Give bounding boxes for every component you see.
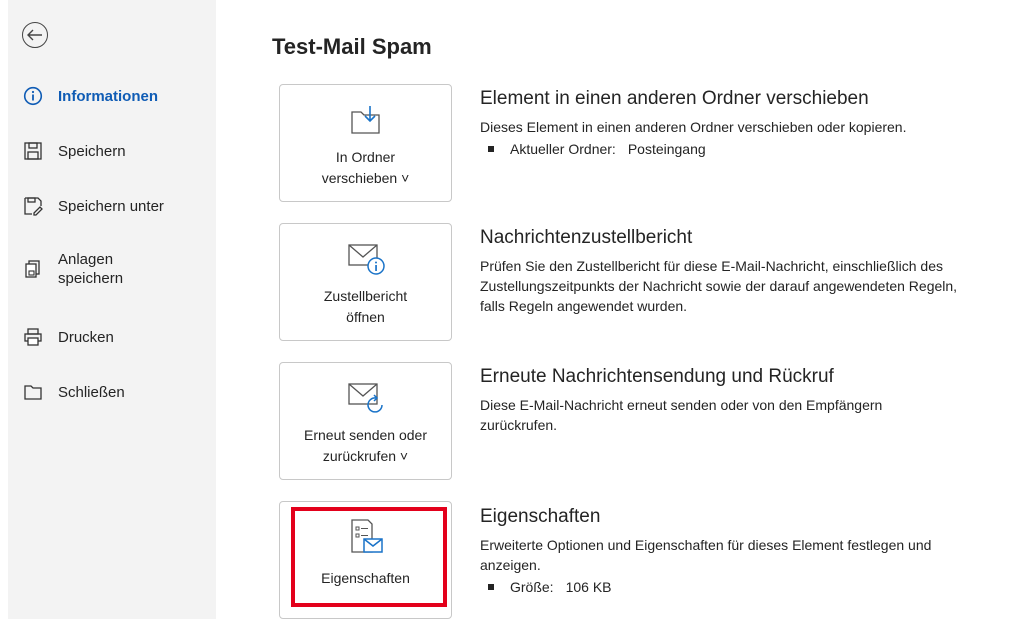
- arrow-left-icon: [27, 29, 42, 41]
- section-text-line2: anzeigen.: [480, 557, 541, 573]
- bullet-key: Aktueller Ordner:: [510, 141, 616, 157]
- card-label-line1: Erneut senden oder: [304, 427, 427, 443]
- move-folder-icon: [349, 101, 383, 139]
- section-heading: Eigenschaften: [480, 506, 601, 527]
- section-heading: Nachrichtenzustellbericht: [480, 227, 693, 248]
- resend-icon: [346, 379, 386, 417]
- resend-recall-button[interactable]: Erneut senden oder zurückrufen ˅: [279, 362, 452, 480]
- section-text-line1: Diese E-Mail-Nachricht erneut senden ode…: [480, 397, 883, 413]
- close-folder-icon: [22, 381, 44, 403]
- nav-label-line2: speichern: [58, 270, 124, 287]
- bullet-icon: [488, 146, 494, 152]
- printer-icon: [22, 326, 44, 348]
- section-resend: Erneute Nachrichtensendung und Rückruf D…: [480, 366, 1034, 435]
- card-label-line2: verschieben ˅: [321, 170, 410, 186]
- nav-label: Anlagen speichern: [58, 250, 123, 288]
- bullet-key: Größe:: [510, 579, 554, 595]
- nav-schliessen[interactable]: Schließen: [22, 381, 125, 403]
- section-text-line1: Prüfen Sie den Zustellbericht für diese …: [480, 258, 943, 274]
- nav-informationen[interactable]: Informationen: [22, 85, 158, 107]
- nav-label: Drucken: [58, 328, 114, 346]
- bullet-value: Posteingang: [627, 141, 706, 157]
- card-label: In Ordner verschieben ˅: [322, 147, 410, 189]
- nav-label: Speichern unter: [58, 197, 164, 215]
- card-label-line1: In Ordner: [335, 149, 396, 165]
- section-text-line3: falls Regeln angewendet wurden.: [480, 298, 688, 314]
- nav-label: Schließen: [58, 383, 125, 401]
- nav-label: Speichern: [58, 142, 126, 160]
- bullet-icon: [488, 584, 494, 590]
- section-delivery-report: Nachrichtenzustellbericht Prüfen Sie den…: [480, 227, 1034, 316]
- nav-anlagen-speichern[interactable]: Anlagen speichern: [22, 250, 123, 288]
- delivery-report-button[interactable]: Zustellbericht öffnen: [279, 223, 452, 341]
- nav-label-line1: Anlagen: [58, 251, 114, 268]
- save-as-icon: [22, 195, 44, 217]
- nav-label: Informationen: [58, 87, 158, 105]
- card-label-line1: Zustellbericht: [323, 288, 408, 304]
- backstage-sidebar: Informationen Speichern Speichern unter …: [8, 0, 216, 619]
- section-heading: Erneute Nachrichtensendung und Rückruf: [480, 366, 834, 387]
- card-label-line2: öffnen: [346, 309, 385, 325]
- section-text-line2: Zustellungszeitpunkts der Nachricht sowi…: [480, 278, 958, 294]
- card-label: Zustellbericht öffnen: [324, 286, 407, 328]
- section-text-line1: Erweiterte Optionen und Eigenschaften fü…: [480, 537, 932, 553]
- nav-speichern[interactable]: Speichern: [22, 140, 126, 162]
- section-text: Dieses Element in einen anderen Ordner v…: [480, 119, 907, 135]
- highlight-box: [291, 507, 447, 607]
- section-text-line2: zurückrufen.: [480, 417, 558, 433]
- section-properties: Eigenschaften Erweiterte Optionen und Ei…: [480, 506, 1034, 595]
- info-icon: [22, 85, 44, 107]
- page-title: Test-Mail Spam: [272, 34, 432, 59]
- nav-drucken[interactable]: Drucken: [22, 326, 114, 348]
- size-info: Größe: 106 KB: [480, 579, 1034, 595]
- delivery-report-icon: [346, 240, 386, 278]
- nav-speichern-unter[interactable]: Speichern unter: [22, 195, 164, 217]
- card-label-line2: zurückrufen ˅: [322, 448, 409, 464]
- section-heading: Element in einen anderen Ordner verschie…: [480, 88, 869, 109]
- card-label: Erneut senden oder zurückrufen ˅: [304, 425, 427, 467]
- back-button[interactable]: [22, 22, 48, 48]
- attachments-icon: [22, 258, 44, 280]
- save-icon: [22, 140, 44, 162]
- bullet-value: 106 KB: [565, 579, 612, 595]
- section-move: Element in einen anderen Ordner verschie…: [480, 88, 1034, 157]
- move-to-folder-button[interactable]: In Ordner verschieben ˅: [279, 84, 452, 202]
- current-folder-info: Aktueller Ordner: Posteingang: [480, 141, 1034, 157]
